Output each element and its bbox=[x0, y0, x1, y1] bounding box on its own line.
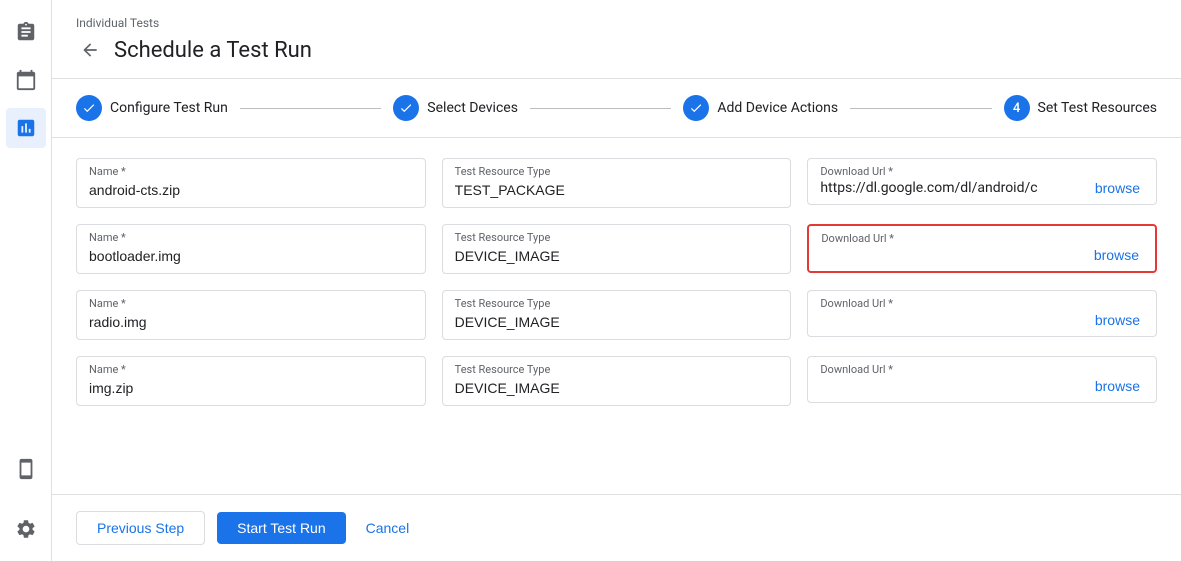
resource-0-name-label: Name * bbox=[89, 165, 413, 178]
resource-0-url-row: https://dl.google.com/dl/android/c brows… bbox=[820, 180, 1144, 196]
resource-2-type-label: Test Resource Type bbox=[455, 297, 779, 310]
resource-1-url-field: Download Url * browse bbox=[807, 224, 1157, 273]
resource-row-1: Name * Test Resource Type Download Url *… bbox=[76, 224, 1157, 274]
resource-row-2: Name * Test Resource Type Download Url *… bbox=[76, 290, 1157, 340]
step-select-circle bbox=[393, 95, 419, 121]
resource-1-name-group: Name * bbox=[76, 224, 426, 274]
stepper: Configure Test Run Select Devices Add De… bbox=[52, 79, 1181, 138]
cancel-button[interactable]: Cancel bbox=[358, 512, 418, 544]
resource-2-name-label: Name * bbox=[89, 297, 413, 310]
step-configure-circle bbox=[76, 95, 102, 121]
resource-1-name-label: Name * bbox=[89, 231, 413, 244]
resource-0-type-group: Test Resource Type bbox=[442, 158, 792, 208]
step-actions-label: Add Device Actions bbox=[717, 100, 838, 116]
resource-3-url-row: browse bbox=[820, 378, 1144, 394]
connector-2 bbox=[530, 108, 671, 109]
resource-2-type-field: Test Resource Type bbox=[442, 290, 792, 340]
main-content: Individual Tests Schedule a Test Run Con… bbox=[52, 0, 1181, 561]
sidebar-item-clipboard[interactable] bbox=[6, 12, 46, 52]
sidebar-item-settings[interactable] bbox=[6, 509, 46, 549]
resource-3-url-group: Download Url * browse bbox=[807, 356, 1157, 406]
resource-1-url-label: Download Url * bbox=[821, 232, 1143, 245]
resource-3-url-field: Download Url * browse bbox=[807, 356, 1157, 403]
resource-2-name-field: Name * bbox=[76, 290, 426, 340]
step-configure: Configure Test Run bbox=[76, 95, 228, 121]
resource-2-url-group: Download Url * browse bbox=[807, 290, 1157, 340]
resource-3-url-label: Download Url * bbox=[820, 363, 1144, 376]
resource-3-name-field: Name * bbox=[76, 356, 426, 406]
resource-2-url-label: Download Url * bbox=[820, 297, 1144, 310]
connector-1 bbox=[240, 108, 381, 109]
resource-3-name-input[interactable] bbox=[89, 380, 413, 396]
sidebar-item-analytics[interactable] bbox=[6, 108, 46, 148]
header: Individual Tests Schedule a Test Run bbox=[52, 0, 1181, 79]
resource-0-name-field: Name * bbox=[76, 158, 426, 208]
resource-0-url-field: Download Url * https://dl.google.com/dl/… bbox=[807, 158, 1157, 205]
footer: Previous Step Start Test Run Cancel bbox=[52, 494, 1181, 561]
title-row: Schedule a Test Run bbox=[76, 36, 1157, 64]
resource-1-name-input[interactable] bbox=[89, 248, 413, 264]
resource-1-type-field: Test Resource Type bbox=[442, 224, 792, 274]
resource-2-type-group: Test Resource Type bbox=[442, 290, 792, 340]
resource-2-url-row: browse bbox=[820, 312, 1144, 328]
resource-0-url-group: Download Url * https://dl.google.com/dl/… bbox=[807, 158, 1157, 208]
resource-row-0: Name * Test Resource Type Download Url *… bbox=[76, 158, 1157, 208]
back-button[interactable] bbox=[76, 36, 104, 64]
step-add-actions: Add Device Actions bbox=[683, 95, 838, 121]
step-select-devices: Select Devices bbox=[393, 95, 518, 121]
resource-1-type-input[interactable] bbox=[455, 248, 779, 264]
resource-1-url-row: browse bbox=[821, 247, 1143, 263]
resource-0-url-value: https://dl.google.com/dl/android/c bbox=[820, 180, 1091, 196]
start-test-run-button[interactable]: Start Test Run bbox=[217, 512, 345, 544]
resource-3-type-label: Test Resource Type bbox=[455, 363, 779, 376]
resource-0-name-input[interactable] bbox=[89, 182, 413, 198]
resource-0-type-input[interactable] bbox=[455, 182, 779, 198]
resource-2-type-input[interactable] bbox=[455, 314, 779, 330]
connector-3 bbox=[850, 108, 991, 109]
page-title: Schedule a Test Run bbox=[114, 38, 312, 63]
resource-3-type-field: Test Resource Type bbox=[442, 356, 792, 406]
step-select-label: Select Devices bbox=[427, 100, 518, 116]
step-resources-label: Set Test Resources bbox=[1038, 100, 1157, 116]
resource-1-type-label: Test Resource Type bbox=[455, 231, 779, 244]
step-set-resources: 4 Set Test Resources bbox=[1004, 95, 1157, 121]
resource-0-type-field: Test Resource Type bbox=[442, 158, 792, 208]
resource-2-browse-button[interactable]: browse bbox=[1091, 312, 1144, 328]
resource-3-name-label: Name * bbox=[89, 363, 413, 376]
content-area: Name * Test Resource Type Download Url *… bbox=[52, 138, 1181, 494]
resource-0-browse-button[interactable]: browse bbox=[1091, 180, 1144, 196]
resource-2-name-group: Name * bbox=[76, 290, 426, 340]
step-resources-circle: 4 bbox=[1004, 95, 1030, 121]
resource-3-type-input[interactable] bbox=[455, 380, 779, 396]
step-configure-label: Configure Test Run bbox=[110, 100, 228, 116]
resource-1-url-group: Download Url * browse bbox=[807, 224, 1157, 274]
resource-row-3: Name * Test Resource Type Download Url *… bbox=[76, 356, 1157, 406]
breadcrumb: Individual Tests bbox=[76, 16, 1157, 30]
resource-1-name-field: Name * bbox=[76, 224, 426, 274]
sidebar-item-calendar[interactable] bbox=[6, 60, 46, 100]
resource-1-browse-button[interactable]: browse bbox=[1090, 247, 1143, 263]
resource-1-type-group: Test Resource Type bbox=[442, 224, 792, 274]
resource-0-name-group: Name * bbox=[76, 158, 426, 208]
resource-0-type-label: Test Resource Type bbox=[455, 165, 779, 178]
previous-step-button[interactable]: Previous Step bbox=[76, 511, 205, 545]
resource-2-url-field: Download Url * browse bbox=[807, 290, 1157, 337]
resource-3-browse-button[interactable]: browse bbox=[1091, 378, 1144, 394]
resource-3-name-group: Name * bbox=[76, 356, 426, 406]
sidebar bbox=[0, 0, 52, 561]
step-actions-circle bbox=[683, 95, 709, 121]
resource-2-name-input[interactable] bbox=[89, 314, 413, 330]
resource-0-url-label: Download Url * bbox=[820, 165, 1144, 178]
sidebar-item-phone[interactable] bbox=[6, 449, 46, 489]
resource-3-type-group: Test Resource Type bbox=[442, 356, 792, 406]
